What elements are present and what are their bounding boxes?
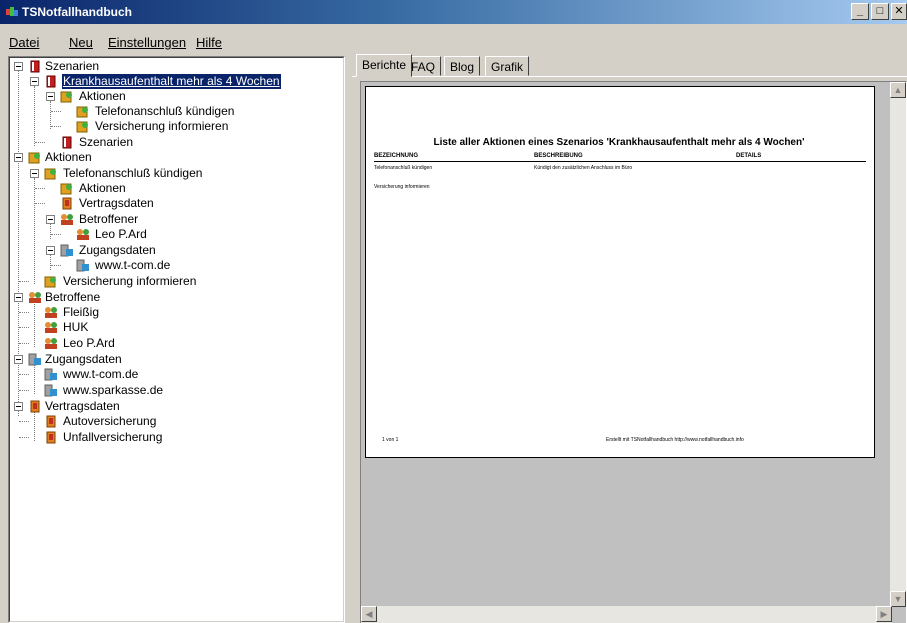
access-icon	[76, 259, 89, 272]
collapse-icon[interactable]	[46, 215, 55, 224]
tree-item-tcom-sub[interactable]: www.t-com.de	[51, 258, 332, 273]
close-button[interactable]: ✕	[891, 3, 907, 20]
contract-icon	[30, 400, 40, 413]
tree-item-leo-sub[interactable]: Leo P.Ard	[51, 227, 332, 242]
scroll-left-icon[interactable]: ◀	[361, 606, 377, 622]
tree-item-zugangsdaten[interactable]: Zugangsdaten	[14, 352, 344, 367]
tree-item-huk[interactable]: HUK	[19, 320, 340, 335]
tree-item-versicherung[interactable]: Versicherung informieren	[51, 119, 342, 134]
tree-item-telefonanschluss-2[interactable]: Telefonanschluß kündigen	[30, 166, 340, 181]
tree-item-betroffene[interactable]: Betroffene	[14, 290, 344, 305]
action-icon	[76, 121, 88, 133]
column-header-details: DETAILS	[736, 153, 762, 159]
menu-neu[interactable]: Neu	[69, 35, 93, 50]
action-icon	[28, 152, 40, 164]
report-page: Liste aller Aktionen eines Szenarios 'Kr…	[365, 86, 875, 458]
collapse-icon[interactable]	[14, 402, 23, 411]
tree-item-sparkasse[interactable]: www.sparkasse.de	[19, 383, 340, 398]
collapse-icon[interactable]	[14, 293, 23, 302]
tree-item-zugangsdaten-sub[interactable]: Zugangsdaten	[46, 243, 336, 258]
menu-hilfe[interactable]: Hilfe	[196, 35, 222, 50]
tree-item-krankhausaufenthalt[interactable]: Krankhausaufenthalt mehr als 4 Wochen	[30, 73, 340, 90]
book-red-icon	[62, 136, 72, 149]
collapse-icon[interactable]	[46, 92, 55, 101]
tree-item-unfallversicherung[interactable]: Unfallversicherung	[19, 430, 340, 445]
collapse-icon[interactable]	[30, 77, 39, 86]
access-icon	[28, 353, 41, 366]
table-row-name: Telefonanschluß kündigen	[374, 165, 433, 171]
tab-grafik[interactable]: Grafik	[485, 56, 530, 76]
report-viewer[interactable]: Liste aller Aktionen eines Szenarios 'Kr…	[360, 81, 907, 623]
tree-item-autoversicherung[interactable]: Autoversicherung	[19, 414, 340, 429]
tree-item-aktionen-3[interactable]: Aktionen	[35, 181, 336, 196]
column-header-bezeichnung: BEZEICHNUNG	[374, 153, 419, 159]
horizontal-scrollbar[interactable]: ◀ ▶	[361, 606, 892, 623]
access-icon	[44, 368, 57, 381]
tree-item-betroffener[interactable]: Betroffener	[46, 212, 336, 227]
maximize-button[interactable]: □	[871, 3, 889, 20]
tree-item-tcom[interactable]: www.t-com.de	[19, 367, 340, 382]
footer-credit: Erstellt mit TSNotfallhandbuch http://ww…	[606, 437, 744, 443]
column-header-beschreibung: BESCHREIBUNG	[534, 153, 583, 159]
contract-icon	[46, 415, 56, 428]
tree-item-leo[interactable]: Leo P.Ard	[19, 336, 340, 351]
tree-item-fleissig[interactable]: Fleißig	[19, 305, 340, 320]
collapse-icon[interactable]	[14, 355, 23, 364]
people-icon	[77, 229, 89, 240]
header-rule	[374, 161, 866, 162]
tab-blog[interactable]: Blog	[444, 56, 481, 76]
scroll-right-icon[interactable]: ▶	[876, 606, 892, 622]
collapse-icon[interactable]	[14, 62, 23, 71]
scroll-down-icon[interactable]: ▼	[890, 591, 906, 607]
app-icon	[6, 7, 18, 16]
people-icon	[45, 307, 57, 318]
tree-item-aktionen-sub[interactable]: Aktionen	[46, 89, 336, 104]
action-icon	[60, 91, 72, 103]
menu-bar: Datei Neu Einstellungen Hilfe	[0, 30, 907, 50]
access-icon	[60, 244, 73, 257]
minimize-button[interactable]: _	[851, 3, 869, 20]
book-red-icon	[46, 75, 56, 88]
people-icon	[61, 214, 73, 225]
table-row-name: Versicherung informieren	[374, 184, 430, 190]
access-icon	[44, 384, 57, 397]
scroll-up-icon[interactable]: ▲	[890, 82, 906, 98]
people-icon	[29, 292, 41, 303]
action-icon	[76, 106, 88, 118]
report-title: Liste aller Aktionen eines Szenarios 'Kr…	[433, 137, 805, 148]
tree-item-vertragsdaten[interactable]: Vertragsdaten	[14, 399, 344, 414]
collapse-icon[interactable]	[46, 246, 55, 255]
tree-item-szenarien-sub[interactable]: Szenarien	[35, 135, 326, 150]
contract-icon	[46, 431, 56, 444]
people-icon	[45, 322, 57, 333]
action-icon	[60, 183, 72, 195]
tab-berichte[interactable]: Berichte	[356, 54, 413, 77]
page-number: 1 von 1	[382, 437, 399, 443]
title-bar: TSNotfallhandbuch _ □ ✕	[0, 0, 907, 24]
contract-icon	[62, 197, 72, 210]
tab-panel-berichte: Liste aller Aktionen eines Szenarios 'Kr…	[352, 76, 907, 623]
menu-einstellungen[interactable]: Einstellungen	[108, 35, 186, 50]
table-row-desc: Kündigt den zusätzlichen Anschluss im Bü…	[534, 165, 633, 171]
collapse-icon[interactable]	[14, 153, 23, 162]
book-red-icon	[30, 60, 40, 73]
vertical-scrollbar[interactable]: ▲ ▼	[890, 82, 906, 607]
menu-datei[interactable]: Datei	[9, 35, 39, 50]
tree-item-versicherung-2[interactable]: Versicherung informieren	[19, 274, 340, 289]
people-icon	[45, 338, 57, 349]
collapse-icon[interactable]	[30, 169, 39, 178]
action-icon	[44, 168, 56, 180]
tree-item-aktionen[interactable]: Aktionen	[14, 150, 344, 165]
tree-item-vertragsdaten-sub[interactable]: Vertragsdaten	[35, 196, 336, 211]
tree-item-telefonanschluss[interactable]: Telefonanschluß kündigen	[51, 104, 342, 119]
window-title: TSNotfallhandbuch	[22, 5, 132, 19]
tree-view[interactable]: Szenarien Krankhausaufenthalt mehr als 4…	[8, 56, 345, 623]
right-pane: Berichte FAQ Blog Grafik Liste aller Akt…	[352, 54, 907, 623]
action-icon	[44, 276, 56, 288]
tree-item-szenarien[interactable]: Szenarien	[14, 59, 344, 74]
